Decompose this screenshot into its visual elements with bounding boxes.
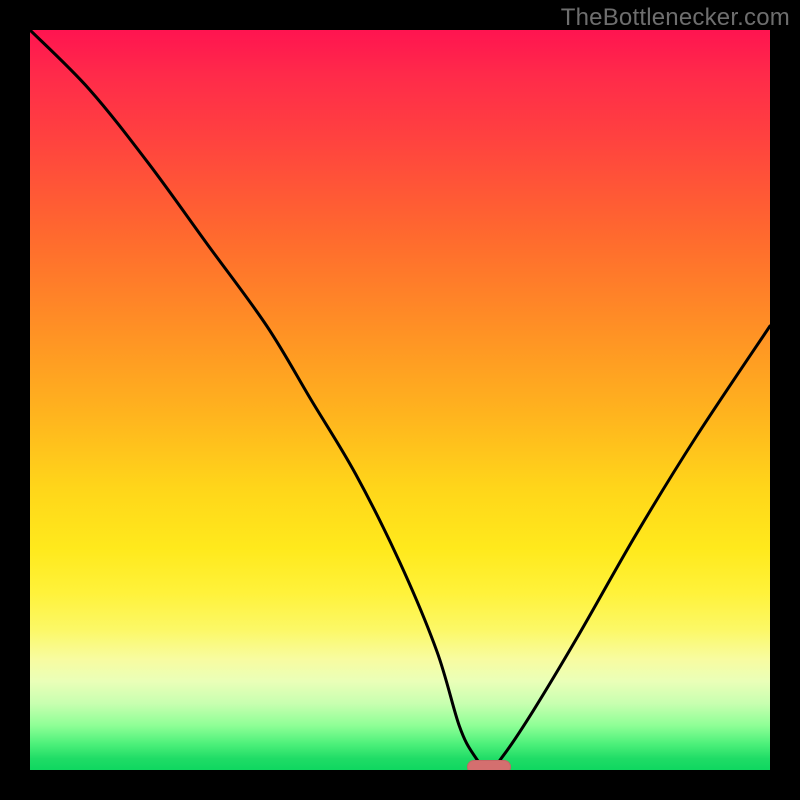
bottleneck-curve — [30, 30, 770, 770]
optimum-marker — [467, 760, 511, 770]
attribution-text: TheBottlenecker.com — [561, 4, 790, 32]
curve-svg — [30, 30, 770, 770]
plot-area — [30, 30, 770, 770]
chart-frame: TheBottlenecker.com — [0, 0, 800, 800]
